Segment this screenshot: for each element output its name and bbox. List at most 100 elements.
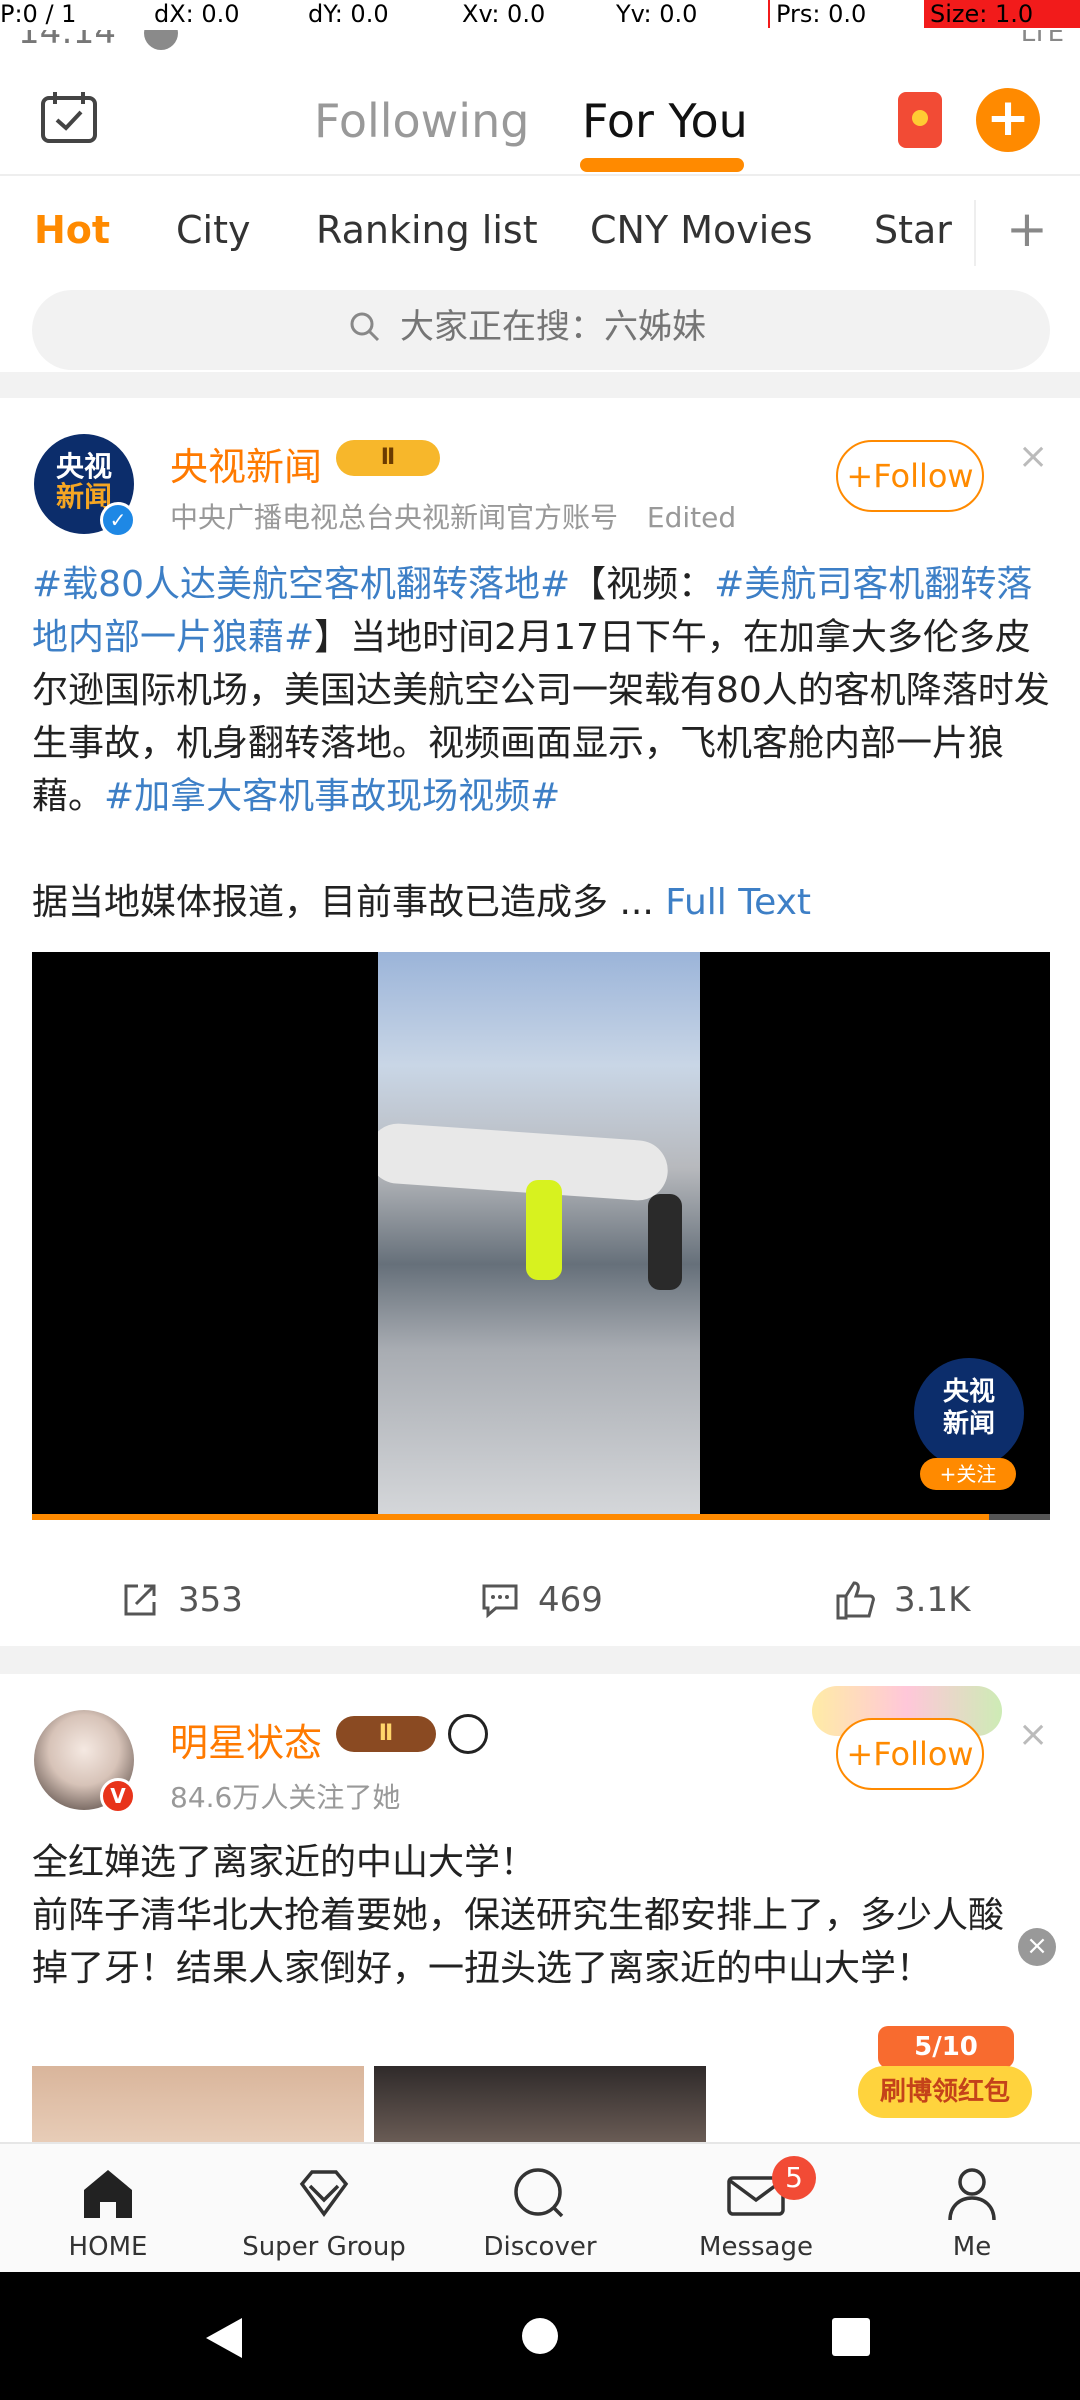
add-post-button[interactable]: + [976, 88, 1040, 152]
account-desc-text: 中央广播电视总台央视新闻官方账号 [170, 501, 619, 534]
red-packet-icon[interactable] [898, 92, 942, 148]
share-button[interactable]: 353 [120, 1560, 243, 1640]
widget-label: 刷博领红包 [858, 2066, 1032, 2118]
nav-label: HOME [68, 2232, 148, 2262]
account-description: 中央广播电视总台央视新闻官方账号 Edited [170, 496, 736, 536]
category-tab-star[interactable]: Star [874, 208, 952, 252]
unread-badge: 5 [772, 2156, 816, 2200]
nav-label: Super Group [242, 2232, 406, 2262]
category-tabs: Hot City Ranking list CNY Movies Star + [0, 178, 1080, 290]
home-icon [84, 2170, 132, 2218]
hashtag-link[interactable]: #加拿大客机事故现场视频# [104, 776, 560, 817]
pointer-debug-bar: P:0 / 1 dX: 0.0 dY: 0.0 Xv: 0.0 Yv: 0.0 … [0, 0, 1080, 30]
nav-label: Discover [483, 2232, 597, 2262]
calendar-check-icon[interactable] [40, 90, 98, 144]
tab-following[interactable]: Following [314, 94, 529, 148]
top-nav: Following For You + [0, 60, 1080, 176]
post-text-continued: 据当地媒体报道，目前事故已造成多 ... Full Text [32, 876, 1052, 929]
verified-icon: V [100, 1778, 136, 1814]
post-image[interactable] [32, 2066, 364, 2144]
plane-image [378, 1121, 670, 1203]
person-figure [648, 1194, 682, 1290]
debug-size: Size: 1.0 [924, 0, 1080, 28]
nav-home[interactable]: HOME [0, 2144, 216, 2274]
follow-button[interactable]: +Follow [836, 440, 984, 512]
diamond-icon [299, 2170, 349, 2217]
debug-yv: Yv: 0.0 [616, 0, 698, 28]
avatar-text: 央视 [55, 450, 112, 483]
username[interactable]: 央视新闻 [170, 436, 322, 491]
logo-text: 新闻 [942, 1409, 995, 1439]
progress-count: 5/10 [878, 2026, 1014, 2068]
post-text: 全红婵选了离家近的中山大学！ 前阵子清华北大抢着要她，保送研究生都安排上了，多少… [32, 1836, 1022, 1995]
full-text-link[interactable]: Full Text [665, 882, 811, 923]
search-icon [350, 312, 380, 342]
video-player[interactable]: 央视 新闻 +关注 [32, 952, 1050, 1520]
bottom-nav: HOME Super Group Discover 5 Message Me [0, 2142, 1080, 2272]
follower-count: 84.6万人关注了她 [170, 1781, 401, 1814]
comment-icon [482, 1584, 518, 1619]
post-text-line: 前阵子清华北大抢着要她，保送研究生都安排上了，多少人酸掉了牙！结果人家倒好，一扭… [32, 1895, 1005, 1989]
follow-button[interactable]: +Follow [836, 1718, 984, 1790]
post-text-line: 全红婵选了离家近的中山大学！ [32, 1842, 537, 1883]
like-count: 3.1K [894, 1580, 971, 1620]
close-widget-icon[interactable]: × [1018, 1928, 1056, 1966]
nav-me[interactable]: Me [864, 2144, 1080, 2274]
edited-label: Edited [646, 501, 737, 534]
close-icon[interactable]: × [1018, 436, 1048, 477]
worker-figure [526, 1180, 562, 1280]
video-progress-bar[interactable] [32, 1514, 1050, 1520]
debug-xv: Xv: 0.0 [462, 0, 546, 28]
like-button[interactable]: 3.1K [834, 1560, 970, 1640]
username[interactable]: 明星状态 [170, 1712, 322, 1767]
recents-icon[interactable] [830, 2316, 872, 2358]
search-input[interactable] [400, 307, 900, 347]
level-badge: Ⅱ [336, 440, 440, 476]
category-tab-cny-movies[interactable]: CNY Movies [590, 208, 813, 252]
post-actions: 353 469 3.1K [0, 1560, 1080, 1640]
debug-pointer: P:0 / 1 [0, 0, 77, 28]
debug-dy: dY: 0.0 [308, 0, 389, 28]
category-divider [974, 200, 976, 266]
active-tab-indicator [580, 158, 744, 172]
system-navigation-bar [0, 2272, 1080, 2400]
share-icon [124, 1584, 156, 1616]
section-gap [0, 372, 1080, 398]
debug-prs: Prs: 0.0 [768, 0, 866, 28]
post-text: #载80人达美航空客机翻转落地#【视频：#美航司客机翻转落地内部一片狼藉#】当地… [32, 558, 1052, 848]
logo-text: 央视 [942, 1377, 995, 1407]
video-progress-fill [32, 1514, 989, 1520]
verified-icon: ✓ [100, 502, 136, 538]
post-image[interactable] [374, 2066, 706, 2144]
video-follow-button[interactable]: +关注 [920, 1458, 1016, 1490]
category-tab-hot[interactable]: Hot [34, 208, 110, 252]
category-tab-city[interactable]: City [176, 208, 250, 252]
post-text-segment: 据当地媒体报道，目前事故已造成多 ... [32, 882, 654, 923]
debug-dx: dX: 0.0 [154, 0, 240, 28]
nav-message[interactable]: 5 Message [648, 2144, 864, 2274]
channel-logo: 央视 新闻 [914, 1358, 1024, 1468]
post-text-segment: 【视频： [570, 564, 715, 605]
thumbs-up-icon [836, 1581, 875, 1620]
share-count: 353 [178, 1580, 243, 1620]
discover-icon [514, 2168, 564, 2218]
close-icon[interactable]: × [1018, 1714, 1048, 1755]
category-tab-ranking[interactable]: Ranking list [316, 208, 538, 252]
nav-label: Message [699, 2232, 813, 2262]
person-icon [948, 2168, 996, 2221]
panda-icon [448, 1714, 488, 1754]
comment-count: 469 [538, 1580, 603, 1620]
search-bar[interactable] [32, 290, 1050, 370]
nav-super-group[interactable]: Super Group [216, 2144, 432, 2274]
nav-discover[interactable]: Discover [432, 2144, 648, 2274]
level-badge: Ⅱ [336, 1716, 436, 1752]
hashtag-link[interactable]: #载80人达美航空客机翻转落地# [32, 564, 570, 605]
add-category-button[interactable]: + [1006, 200, 1048, 258]
tab-for-you[interactable]: For You [582, 94, 748, 148]
comment-button[interactable]: 469 [480, 1560, 603, 1640]
back-icon[interactable] [204, 2316, 244, 2360]
red-packet-widget[interactable]: 5/10 刷博领红包 [858, 2026, 1032, 2126]
home-circle-icon[interactable] [520, 2316, 560, 2356]
section-gap [0, 1646, 1080, 1674]
nav-label: Me [952, 2232, 992, 2262]
